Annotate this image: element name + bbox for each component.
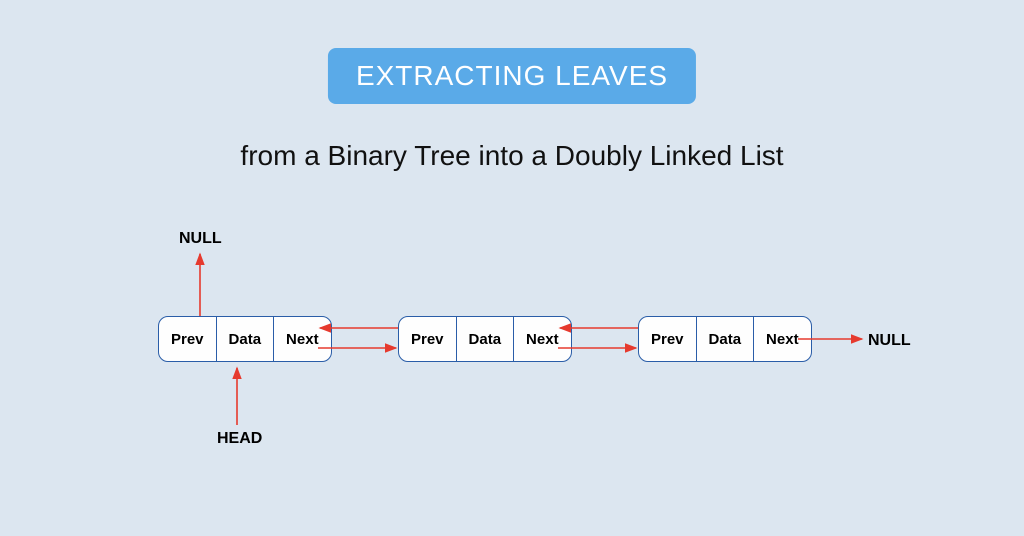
- node1-data: Data: [217, 317, 275, 361]
- dll-node-3: Prev Data Next: [638, 316, 812, 362]
- node3-next: Next: [754, 317, 811, 361]
- node2-next: Next: [514, 317, 571, 361]
- node1-next: Next: [274, 317, 331, 361]
- node1-prev: Prev: [159, 317, 217, 361]
- node3-prev: Prev: [639, 317, 697, 361]
- null-right-label: NULL: [868, 332, 911, 350]
- dll-diagram: NULL NULL HEAD Prev Data Next Prev Data …: [0, 220, 1024, 500]
- head-label: HEAD: [217, 430, 262, 448]
- null-top-label: NULL: [179, 230, 222, 248]
- node3-data: Data: [697, 317, 755, 361]
- dll-node-1: Prev Data Next: [158, 316, 332, 362]
- dll-node-2: Prev Data Next: [398, 316, 572, 362]
- subtitle-text: from a Binary Tree into a Doubly Linked …: [240, 140, 783, 172]
- node2-data: Data: [457, 317, 515, 361]
- node2-prev: Prev: [399, 317, 457, 361]
- title-badge: EXTRACTING LEAVES: [328, 48, 696, 104]
